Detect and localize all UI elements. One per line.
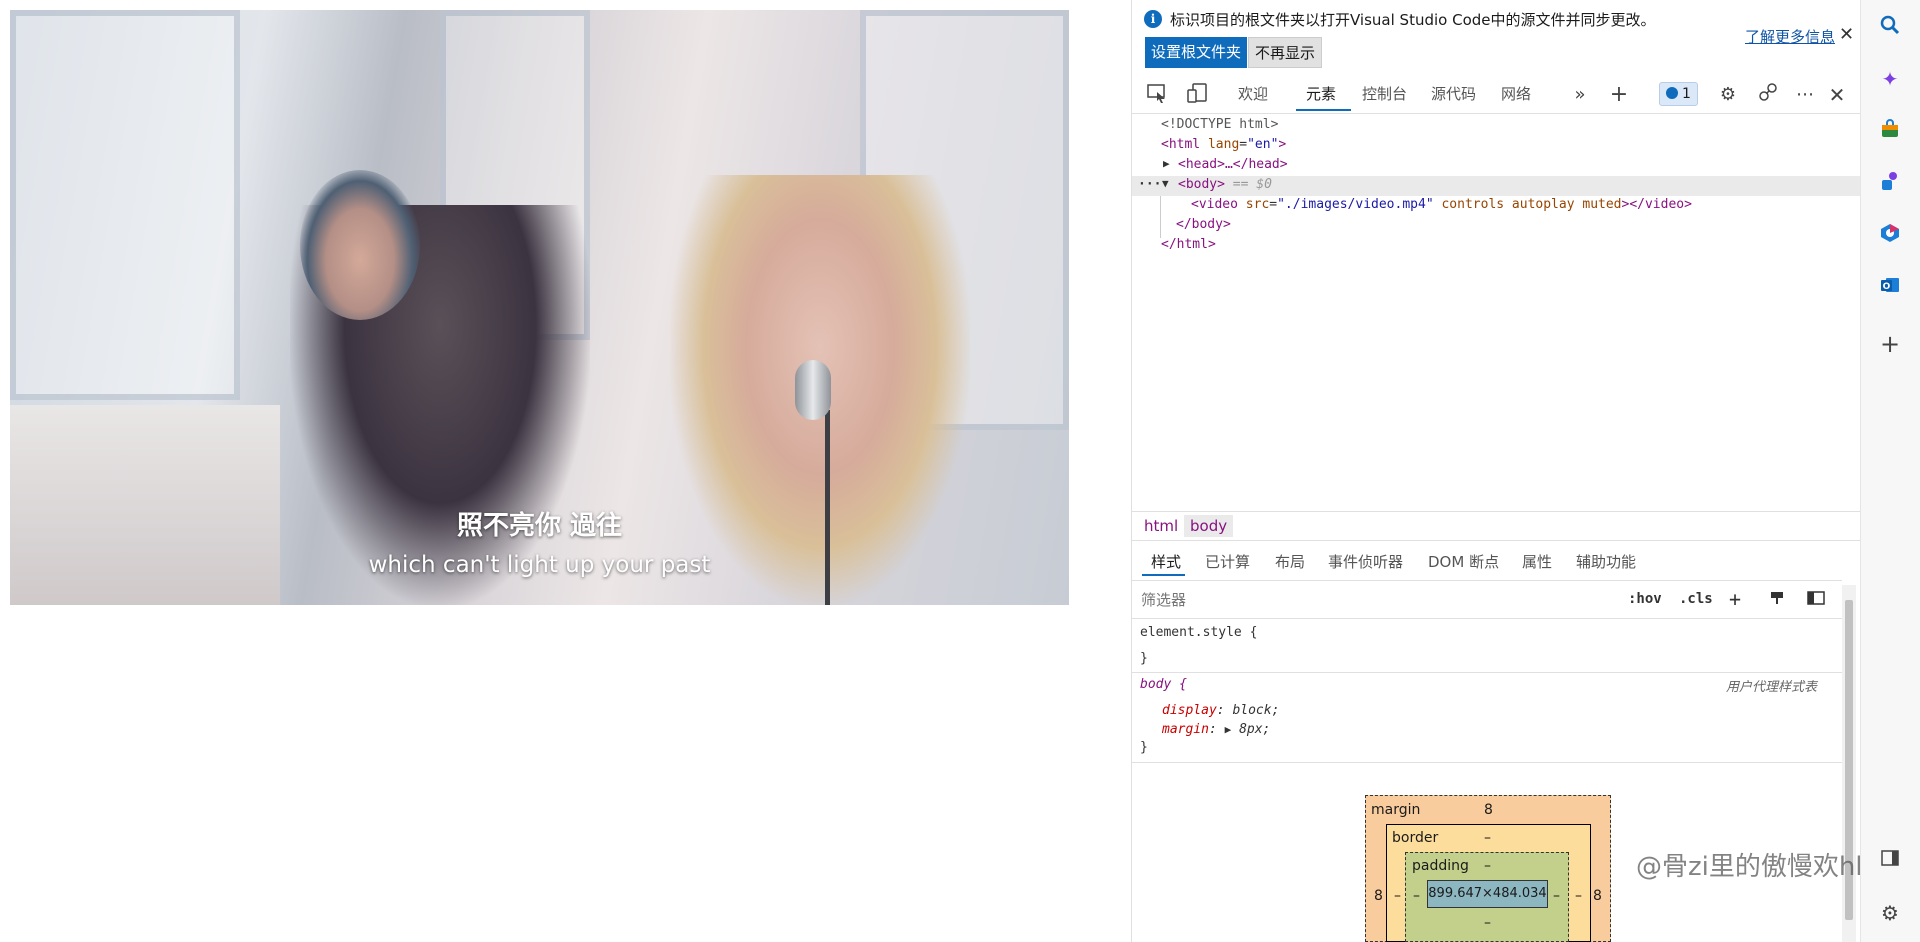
- info-icon: i: [1144, 10, 1162, 28]
- css-property-display[interactable]: display: block;: [1162, 703, 1279, 718]
- border-top-value[interactable]: –: [1484, 830, 1491, 846]
- margin-top-value[interactable]: 8: [1484, 802, 1493, 818]
- padding-right-value[interactable]: –: [1553, 888, 1560, 904]
- settings-gear-icon[interactable]: ⚙: [1715, 82, 1741, 108]
- css-property-margin[interactable]: margin: ▶ 8px;: [1162, 722, 1270, 737]
- tab-welcome[interactable]: 欢迎: [1238, 83, 1268, 104]
- shopping-bag-icon[interactable]: [1877, 118, 1903, 144]
- divider: [1132, 580, 1842, 581]
- margin-label: margin: [1371, 802, 1421, 818]
- more-options-icon[interactable]: ⋯: [1792, 82, 1818, 108]
- tab-network[interactable]: 网络: [1501, 83, 1531, 104]
- toggle-sidebar-icon[interactable]: [1807, 590, 1825, 610]
- issues-icon: [1666, 87, 1678, 99]
- active-tab-indicator: [1296, 109, 1351, 111]
- breadcrumb: [1132, 511, 1860, 541]
- issues-badge[interactable]: 1: [1659, 82, 1698, 106]
- divider: [1132, 672, 1842, 673]
- subtab-event-listeners[interactable]: 事件侦听器: [1328, 551, 1403, 572]
- subtab-layout[interactable]: 布局: [1275, 551, 1305, 572]
- padding-left-value[interactable]: –: [1413, 888, 1420, 904]
- close-devtools-icon[interactable]: ✕: [1824, 82, 1850, 108]
- dom-video[interactable]: <video src="./images/video.mp4" controls…: [1191, 197, 1692, 212]
- dom-html-open[interactable]: <html lang="en">: [1161, 137, 1286, 152]
- dont-show-again-button[interactable]: 不再显示: [1248, 37, 1323, 68]
- padding-label: padding: [1412, 858, 1469, 874]
- subtab-styles[interactable]: 样式: [1151, 551, 1181, 572]
- subtab-properties[interactable]: 属性: [1522, 551, 1552, 572]
- box-model-content-size[interactable]: 899.647×484.034: [1427, 880, 1548, 908]
- window-pane: [10, 10, 240, 400]
- paint-format-icon[interactable]: [1769, 590, 1785, 610]
- search-icon[interactable]: [1877, 14, 1903, 40]
- padding-top-value[interactable]: –: [1484, 858, 1491, 874]
- inspect-element-icon[interactable]: [1144, 82, 1170, 108]
- more-tabs-chevron-icon[interactable]: »: [1567, 82, 1593, 108]
- sidebar-layout-icon[interactable]: [1877, 848, 1903, 874]
- connect-device-icon[interactable]: [1755, 82, 1781, 108]
- issues-count: 1: [1682, 86, 1691, 102]
- add-tab-plus-icon[interactable]: +: [1606, 82, 1632, 108]
- dom-head[interactable]: <head>…</head>: [1178, 157, 1288, 172]
- dom-node-ellipsis[interactable]: ···: [1138, 177, 1161, 192]
- add-sidebar-app-plus-icon[interactable]: +: [1877, 331, 1903, 357]
- body-rule-selector[interactable]: body {: [1140, 677, 1187, 692]
- outlook-icon[interactable]: O: [1877, 274, 1903, 300]
- dom-doctype[interactable]: <!DOCTYPE html>: [1161, 117, 1278, 132]
- copilot-sparkle-icon[interactable]: ✦: [1877, 66, 1903, 92]
- element-style-selector[interactable]: element.style {: [1140, 625, 1257, 640]
- svg-text:O: O: [1883, 282, 1891, 292]
- margin-left-value[interactable]: 8: [1374, 888, 1383, 904]
- games-icon[interactable]: [1877, 170, 1903, 196]
- tab-console[interactable]: 控制台: [1362, 83, 1407, 104]
- expand-margin-triangle-icon[interactable]: ▶: [1225, 723, 1232, 736]
- new-style-rule-plus-icon[interactable]: +: [1729, 587, 1741, 611]
- styles-filter-input[interactable]: [1136, 586, 1613, 614]
- breadcrumb-body[interactable]: body: [1184, 515, 1234, 537]
- infobar-message: 标识项目的根文件夹以打开Visual Studio Code中的源文件并同步更改…: [1170, 11, 1656, 29]
- dom-body-close[interactable]: </body>: [1176, 217, 1231, 232]
- sidebar-settings-gear-icon[interactable]: ⚙: [1877, 900, 1903, 926]
- dom-body-open[interactable]: <body> == $0: [1178, 177, 1272, 192]
- subtitle-chinese: 照不亮你 過往: [456, 511, 623, 541]
- learn-more-link[interactable]: 了解更多信息: [1745, 26, 1835, 47]
- class-toggle[interactable]: .cls: [1679, 591, 1713, 607]
- subtab-accessibility[interactable]: 辅助功能: [1576, 551, 1636, 572]
- padding-bottom-value[interactable]: –: [1484, 915, 1491, 931]
- collapse-body-triangle-icon[interactable]: ▼: [1162, 177, 1169, 190]
- margin-right-value[interactable]: 8: [1593, 888, 1602, 904]
- divider: [1132, 762, 1842, 763]
- expand-head-triangle-icon[interactable]: ▶: [1163, 157, 1170, 170]
- microphone: [795, 360, 831, 420]
- hover-state-toggle[interactable]: :hov: [1628, 591, 1662, 607]
- pianist-head: [300, 170, 420, 320]
- dom-html-close[interactable]: </html>: [1161, 237, 1216, 252]
- body-rule-close: }: [1140, 740, 1148, 755]
- active-subtab-indicator: [1142, 574, 1185, 576]
- subtab-dom-breakpoints[interactable]: DOM 断点: [1428, 551, 1499, 572]
- subtab-computed[interactable]: 已计算: [1205, 551, 1250, 572]
- device-emulation-icon[interactable]: [1184, 82, 1210, 108]
- watermark: @骨zi里的傲慢欢hhh: [1636, 852, 1889, 882]
- border-left-value[interactable]: –: [1394, 888, 1401, 904]
- infobar-close-icon[interactable]: ✕: [1839, 24, 1854, 45]
- office-icon[interactable]: [1877, 222, 1903, 248]
- tab-elements[interactable]: 元素: [1306, 83, 1336, 104]
- breadcrumb-html[interactable]: html: [1144, 517, 1178, 535]
- subtitle-english: which can't light up your past: [368, 552, 711, 578]
- tree-guide-line: [1160, 196, 1161, 238]
- user-agent-stylesheet-label: 用户代理样式表: [1726, 680, 1818, 695]
- video-player[interactable]: 照不亮你 過往 which can't light up your past: [10, 10, 1069, 605]
- set-root-folder-button[interactable]: 设置根文件夹: [1145, 37, 1248, 68]
- border-label: border: [1392, 830, 1439, 846]
- divider: [1132, 618, 1842, 619]
- border-right-value[interactable]: –: [1575, 888, 1582, 904]
- element-style-close: }: [1140, 651, 1148, 666]
- tab-sources[interactable]: 源代码: [1431, 83, 1476, 104]
